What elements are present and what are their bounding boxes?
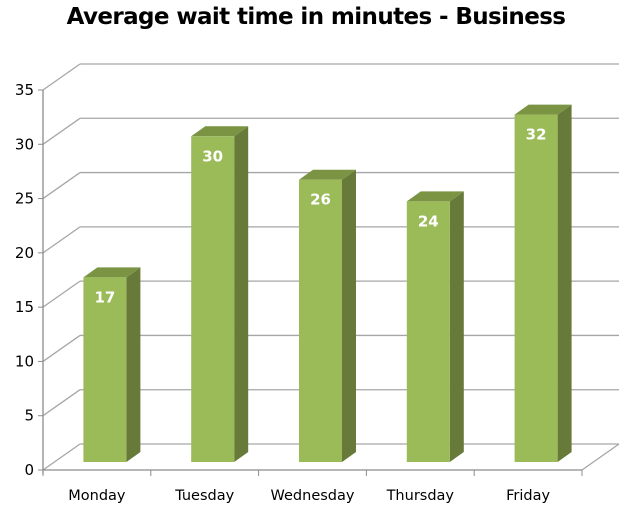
gridline-side-5 bbox=[42, 389, 81, 417]
bar-side bbox=[449, 191, 464, 462]
gridline-side-35 bbox=[42, 63, 81, 91]
bar-friday bbox=[514, 104, 572, 463]
y-tick-label-20: 20 bbox=[15, 244, 34, 262]
bar-wednesday bbox=[299, 169, 356, 462]
y-tick-label-30: 30 bbox=[15, 135, 34, 153]
chart-plot: 0 5 10 15 20 25 30 35 17 Monday 30 Tuesday 26 Wednesd… bbox=[15, 63, 620, 504]
bars bbox=[83, 104, 572, 463]
y-tick-label-15: 15 bbox=[15, 298, 34, 316]
gridline-side-25 bbox=[42, 172, 81, 200]
bar-tuesday bbox=[191, 126, 249, 463]
floor-right-edge bbox=[581, 443, 620, 471]
gridline-side-10 bbox=[42, 334, 81, 362]
data-label-friday: 32 bbox=[526, 126, 547, 144]
data-label-thursday: 24 bbox=[418, 212, 439, 230]
x-tick-label-thursday: Thursday bbox=[386, 488, 455, 504]
y-tick-label-0: 0 bbox=[24, 461, 34, 479]
data-label-wednesday: 26 bbox=[310, 191, 331, 209]
bar-side bbox=[557, 104, 572, 463]
gridline-side-20 bbox=[42, 226, 81, 254]
data-label-monday: 17 bbox=[94, 288, 115, 306]
bar-side bbox=[234, 126, 249, 463]
bar-thursday bbox=[406, 191, 464, 462]
gridline-side-0 bbox=[42, 443, 81, 471]
y-tick-label-5: 5 bbox=[24, 407, 34, 425]
bar-side bbox=[342, 169, 356, 462]
bar-front bbox=[514, 114, 558, 463]
bar-front bbox=[299, 179, 342, 462]
data-label-tuesday: 30 bbox=[202, 147, 223, 165]
y-tick-label-35: 35 bbox=[15, 81, 34, 99]
gridline-side-15 bbox=[42, 280, 81, 308]
bar-front bbox=[191, 136, 235, 463]
x-tick-label-monday: Monday bbox=[68, 488, 126, 504]
bar-front bbox=[406, 201, 450, 462]
bar-side bbox=[126, 267, 141, 462]
x-tick-label-tuesday: Tuesday bbox=[174, 488, 234, 504]
gridline-side-30 bbox=[42, 117, 81, 145]
x-tick-label-wednesday: Wednesday bbox=[271, 488, 355, 504]
x-tick-label-friday: Friday bbox=[506, 488, 550, 504]
y-tick-label-25: 25 bbox=[15, 190, 34, 208]
y-tick-label-10: 10 bbox=[15, 352, 34, 370]
